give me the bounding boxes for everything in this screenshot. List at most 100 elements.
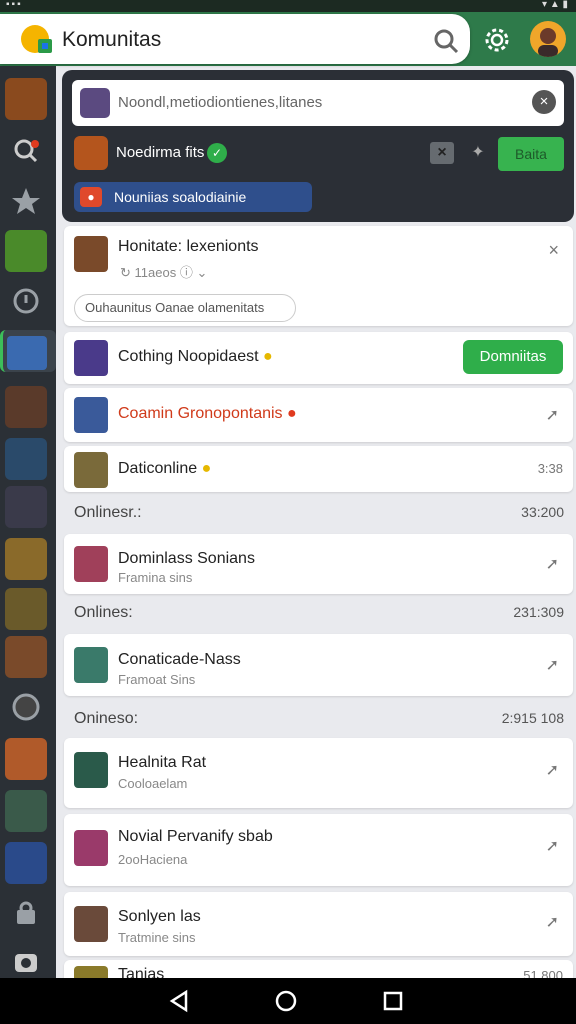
- sidebar-game-icon-2[interactable]: [5, 230, 47, 272]
- sidebar-game-icon-11[interactable]: [5, 842, 47, 884]
- community-chip[interactable]: ● Nouniias soalodiainie: [74, 182, 312, 212]
- notification-thumbnail: [74, 236, 108, 272]
- sidebar-game-icon-4[interactable]: [5, 438, 47, 480]
- chevron-right-icon[interactable]: ➚: [546, 912, 559, 932]
- sidebar-game-icon-8[interactable]: [5, 636, 47, 678]
- sidebar: [0, 66, 56, 978]
- sidebar-badge-icon[interactable]: [5, 686, 47, 728]
- message-input-text: Noondl,metiodiontienes,litanes: [118, 94, 323, 111]
- section-header: Onlines: 231:309: [74, 604, 564, 622]
- message-input[interactable]: Noondl,metiodiontienes,litanes ×: [72, 80, 564, 126]
- sidebar-game-selected[interactable]: [0, 330, 56, 372]
- gear-icon[interactable]: [482, 25, 512, 55]
- person-sub: Framina sins: [118, 570, 193, 585]
- sidebar-game-icon-1[interactable]: [5, 78, 47, 120]
- person-thumbnail: [74, 830, 108, 866]
- item-name-text: Cothing Noopidaest: [118, 348, 259, 365]
- sidebar-lock-icon[interactable]: [5, 892, 47, 934]
- notification-pill[interactable]: Ouhaunitus Oanae olamenitats: [74, 294, 296, 322]
- notification-meta-text: 11aeos: [134, 265, 177, 280]
- notification-meta: ↻ 11aeos ⓘ ⌄: [120, 262, 207, 281]
- chevron-right-icon[interactable]: ➚: [546, 836, 559, 856]
- user-avatar: [80, 88, 110, 118]
- item-name: Daticonline ●: [118, 460, 211, 478]
- search-icon[interactable]: [432, 27, 460, 55]
- system-nav-bar: [0, 978, 576, 1024]
- list-item[interactable]: Conaticade-Nass Framoat Sins ➚: [64, 634, 573, 696]
- item-thumbnail: [74, 397, 108, 433]
- section-label: Onlinesr.:: [74, 504, 142, 521]
- person-sub: Tratmine sins: [118, 930, 196, 945]
- home-icon[interactable]: [273, 988, 299, 1014]
- sidebar-game-icon-6[interactable]: [5, 538, 47, 580]
- clear-icon[interactable]: ×: [532, 90, 556, 114]
- sidebar-game-icon-5[interactable]: [5, 486, 47, 528]
- verified-icon: ✓: [207, 143, 227, 163]
- person-sub: Framoat Sins: [118, 672, 196, 687]
- list-item[interactable]: Novial Pervanify sbab 2ooHaciena ➚: [64, 814, 573, 886]
- person-thumbnail: [74, 906, 108, 942]
- section-time: 33:200: [521, 504, 564, 520]
- chevron-right-icon[interactable]: ➚: [546, 554, 559, 574]
- app-logo-icon: [21, 25, 52, 53]
- person-thumbnail: [74, 752, 108, 788]
- composer-row-text: Noedirma fits: [116, 144, 205, 161]
- sidebar-game-icon-10[interactable]: [5, 790, 47, 832]
- list-item[interactable]: Dominlass Sonians Framina sins ➚: [64, 534, 573, 594]
- status-icons-right: ▾ ▲ ▮: [542, 0, 568, 10]
- sidebar-search-icon[interactable]: [5, 130, 47, 172]
- item-thumbnail: [74, 452, 108, 488]
- chevron-right-icon[interactable]: ➚: [546, 760, 559, 780]
- section-header: Onlinesr.: 33:200: [74, 504, 564, 522]
- person-name: Conaticade-Nass: [118, 651, 241, 668]
- avatar[interactable]: [530, 21, 566, 57]
- item-time: 3:38: [537, 461, 563, 476]
- section-time: 2:915 108: [501, 710, 564, 726]
- chevron-right-icon[interactable]: ➚: [546, 655, 559, 675]
- close-icon[interactable]: ×: [548, 240, 559, 261]
- close-icon[interactable]: ×: [430, 142, 454, 164]
- game-avatar: [74, 136, 108, 170]
- join-button[interactable]: Domniitas: [463, 340, 563, 374]
- notification-card[interactable]: Honitate: lexenionts ↻ 11aeos ⓘ ⌄ × Ouha…: [64, 226, 573, 326]
- sidebar-star-icon[interactable]: [5, 180, 47, 222]
- section-header: Onineso: 2:915 108: [74, 710, 564, 728]
- info-icon: ⓘ: [179, 265, 193, 280]
- list-item[interactable]: Sonlyen las Tratmine sins ➚: [64, 892, 573, 956]
- status-icons-left: ▪▪▪: [6, 0, 23, 10]
- sidebar-compass-icon[interactable]: [5, 280, 47, 322]
- person-name: Dominlass Sonians: [118, 550, 255, 567]
- pin-icon[interactable]: ✦: [466, 142, 490, 164]
- emoji-icon: ●: [263, 348, 273, 365]
- notification-title: Honitate: lexenionts: [118, 238, 259, 255]
- section-label: Onlines:: [74, 604, 133, 621]
- chevron-down-icon: ⌄: [196, 265, 208, 280]
- item-name: Cothing Noopidaest ●: [118, 348, 273, 366]
- status-bar: ▪▪▪ ▾ ▲ ▮: [0, 0, 576, 12]
- person-thumbnail: [74, 647, 108, 683]
- back-icon[interactable]: [166, 988, 192, 1014]
- person-name: Novial Pervanify sbab: [118, 828, 273, 845]
- sidebar-game-icon-3[interactable]: [5, 386, 47, 428]
- person-name: Sonlyen las: [118, 908, 201, 925]
- person-name: Healnita Rat: [118, 754, 207, 771]
- sidebar-game-icon-7[interactable]: [5, 588, 47, 630]
- header-bar: Komunitas: [0, 14, 470, 64]
- item-name: Coamin Gronopontanis ●: [118, 405, 297, 423]
- person-sub: 2ooHaciena: [118, 852, 188, 867]
- sidebar-game-icon-9[interactable]: [5, 738, 47, 780]
- emoji-icon: ●: [201, 460, 212, 477]
- item-name-text: Daticonline: [118, 460, 198, 477]
- list-item[interactable]: Healnita Rat Cooloaelam ➚: [64, 738, 573, 808]
- section-label: Onineso:: [74, 710, 139, 727]
- section-time: 231:309: [513, 604, 564, 620]
- list-item[interactable]: Cothing Noopidaest ● Domniitas: [64, 332, 573, 384]
- app-header: Komunitas: [0, 12, 576, 66]
- list-item[interactable]: Daticonline ● 3:38: [64, 446, 573, 492]
- list-item[interactable]: Coamin Gronopontanis ● ➚: [64, 388, 573, 442]
- chip-label: Nouniias soalodiainie: [114, 189, 247, 205]
- person-sub: Cooloaelam: [118, 776, 188, 791]
- chevron-right-icon[interactable]: ➚: [546, 405, 559, 425]
- recents-icon[interactable]: [380, 988, 406, 1014]
- action-button[interactable]: Baita: [498, 137, 564, 171]
